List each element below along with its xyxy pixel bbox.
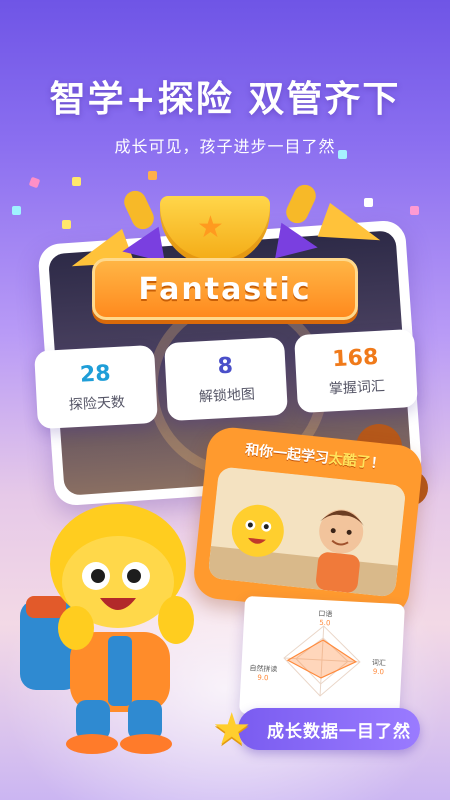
banner-text: Fantastic [138,271,312,307]
trophy-handle-left [120,187,158,233]
growth-data-pill: 成长数据一目了然 [238,708,420,750]
radar-label-speaking: 口语 5.0 [318,609,333,628]
confetti [148,171,157,180]
stat-vocabulary: 168 掌握词汇 [294,328,418,414]
caption-text: 和你一起学习 [244,442,330,467]
star-icon: ★ [197,210,224,245]
confetti [364,198,373,207]
confetti [12,206,21,215]
fantastic-banner: Fantastic [92,258,358,320]
confetti [28,176,41,189]
stat-label: 解锁地图 [198,386,256,405]
stat-adventure-days: 28 探险天数 [34,344,158,430]
growth-radar-card: 口语 5.0 词汇 9.0 自然拼读 9.0 [239,595,405,723]
caption-highlight: 太酷了 [327,450,372,472]
confetti [410,206,419,215]
star-icon: ★ [212,704,252,755]
page-subhead: 成长可见，孩子进步一目了然 [114,137,336,156]
stat-value: 28 [79,360,112,388]
pill-text: 成长数据一目了然 [267,721,411,742]
photo-illustration [207,466,407,598]
stat-value: 168 [331,344,379,372]
confetti [72,177,81,186]
radar-label-vocabulary: 词汇 9.0 [371,658,387,677]
radar-label-phonics: 自然拼读 9.0 [249,664,278,683]
stat-unlocked-maps: 8 解锁地图 [164,336,288,422]
child-and-mascot-photo [207,466,407,598]
caption-suffix: ！ [369,455,386,473]
page-headline: 智学+探险 双管齐下 [49,79,401,120]
confetti [62,220,71,229]
trophy-handle-right [282,181,320,227]
stat-value: 8 [217,353,234,379]
dino-mascot-illustration [20,504,194,754]
stat-label: 探险天数 [68,394,126,413]
stat-label: 掌握词汇 [328,378,386,397]
